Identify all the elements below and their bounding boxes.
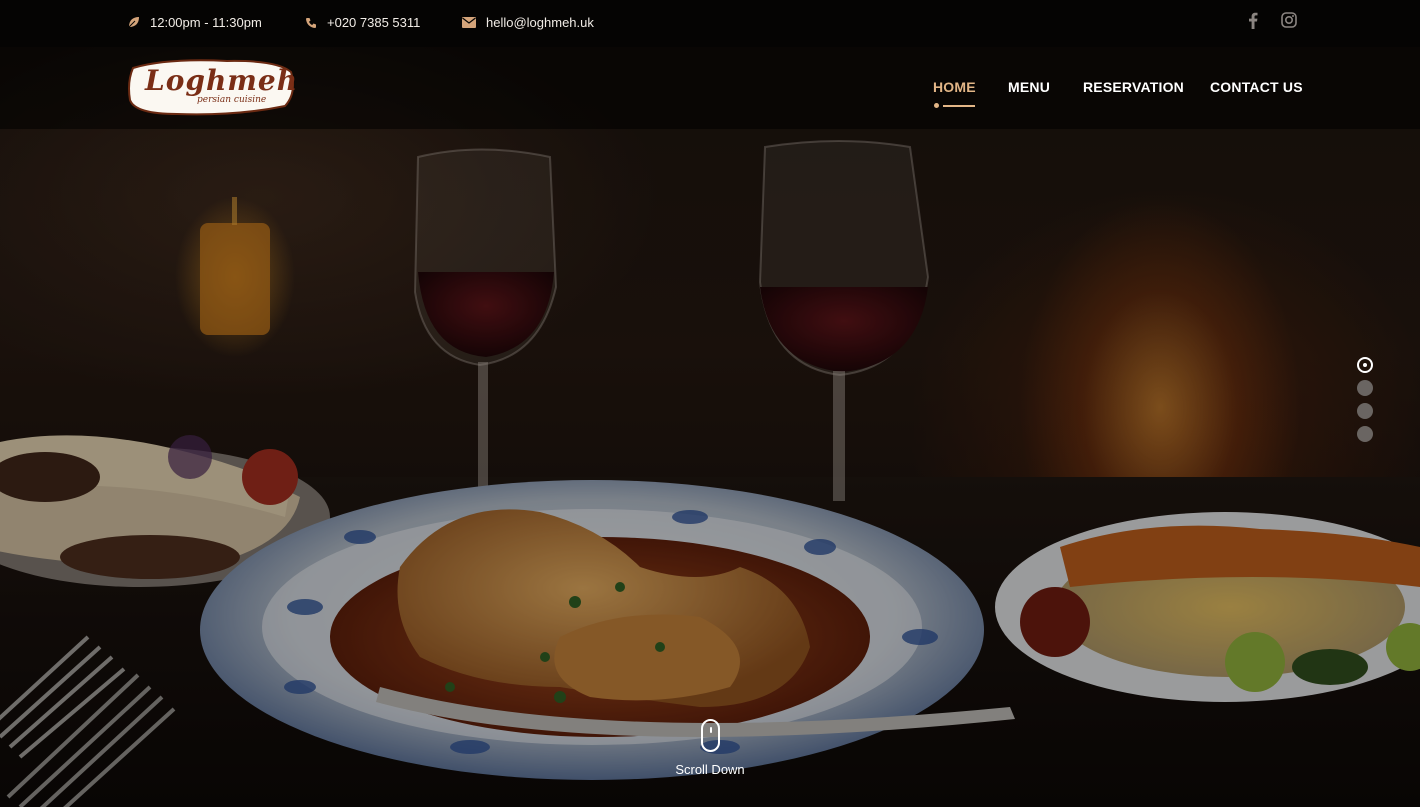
hours-text: 12:00pm - 11:30pm	[150, 15, 262, 30]
logo-text: Loghmeh	[145, 64, 299, 97]
indicator-line	[943, 105, 975, 107]
email-link[interactable]: hello@loghmeh.uk	[462, 0, 594, 45]
indicator-dot	[934, 103, 939, 108]
email-text: hello@loghmeh.uk	[486, 15, 594, 30]
slider-dot-2[interactable]	[1357, 380, 1373, 396]
nav-reservation[interactable]: RESERVATION	[1083, 79, 1184, 95]
instagram-icon[interactable]	[1281, 12, 1297, 28]
scroll-down-label: Scroll Down	[675, 762, 745, 777]
phone-text: +020 7385 5311	[327, 15, 421, 30]
scroll-down-button[interactable]: Scroll Down	[660, 719, 760, 779]
top-info-bar: 12:00pm - 11:30pm +020 7385 5311 hello@l…	[0, 0, 1420, 47]
facebook-icon[interactable]	[1248, 12, 1258, 29]
opening-hours: 12:00pm - 11:30pm	[127, 0, 262, 45]
slider-dot-4[interactable]	[1357, 426, 1373, 442]
hero-food-image	[0, 47, 1420, 807]
slider-dot-3[interactable]	[1357, 403, 1373, 419]
leaf-icon	[128, 17, 139, 28]
nav-home[interactable]: HOME	[933, 79, 976, 95]
slider-dot-1[interactable]	[1357, 357, 1373, 373]
mouse-icon	[701, 719, 720, 752]
hero-slider	[0, 47, 1420, 807]
active-nav-indicator	[933, 103, 976, 109]
phone-number[interactable]: +020 7385 5311	[305, 0, 420, 45]
nav-contact-us[interactable]: CONTACT US	[1210, 79, 1303, 95]
logo-tagline: persian cuisine	[197, 95, 267, 105]
nav-menu[interactable]: MENU	[1008, 79, 1050, 95]
envelope-icon	[462, 17, 476, 28]
main-navbar: Loghmeh persian cuisine HOME MENU RESERV…	[0, 47, 1420, 129]
logo[interactable]: Loghmeh persian cuisine	[127, 58, 299, 116]
phone-icon	[306, 17, 316, 28]
